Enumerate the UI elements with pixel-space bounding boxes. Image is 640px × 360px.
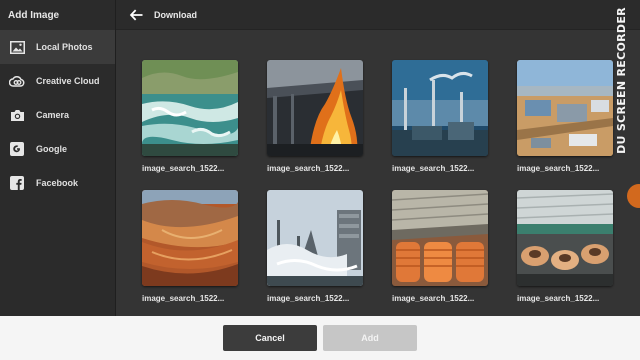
image-tile[interactable]: image_search_1522...	[267, 190, 365, 303]
facebook-icon	[9, 175, 25, 191]
arrow-left-icon	[129, 9, 143, 20]
image-filename: image_search_1522...	[267, 294, 350, 303]
cancel-button[interactable]: Cancel	[223, 325, 317, 351]
image-filename: image_search_1522...	[392, 294, 475, 303]
creative-cloud-icon	[9, 73, 25, 89]
back-button[interactable]	[122, 0, 150, 30]
image-thumbnail	[392, 60, 488, 156]
dialog-title: Add Image	[8, 9, 60, 21]
image-thumbnail	[392, 190, 488, 286]
sidebar-item-label: Google	[36, 144, 67, 154]
image-filename: image_search_1522...	[517, 164, 600, 173]
image-thumbnail	[142, 190, 238, 286]
image-thumbnail	[517, 190, 613, 286]
source-sidebar: Add Image Local Photos Creative Cloud Ca…	[0, 0, 116, 316]
sidebar-item-facebook[interactable]: Facebook	[0, 166, 115, 200]
recorder-watermark: DU SCREEN RECORDER	[614, 6, 628, 154]
image-thumbnail	[517, 60, 613, 156]
sidebar-item-local-photos[interactable]: Local Photos	[0, 30, 115, 64]
image-tile[interactable]: image_search_1522...	[267, 60, 365, 173]
image-filename: image_search_1522...	[142, 294, 225, 303]
image-filename: image_search_1522...	[517, 294, 600, 303]
photo-icon	[9, 39, 25, 55]
sidebar-item-label: Facebook	[36, 178, 79, 188]
image-tile[interactable]: image_search_1522...	[517, 190, 615, 303]
sidebar-item-google[interactable]: Google	[0, 132, 115, 166]
current-folder-label: Download	[154, 9, 197, 20]
image-tile[interactable]: image_search_1522...	[392, 60, 490, 173]
sidebar-item-label: Local Photos	[36, 42, 93, 52]
image-filename: image_search_1522...	[392, 164, 475, 173]
image-tile[interactable]: image_search_1522...	[142, 190, 240, 303]
image-filename: image_search_1522...	[142, 164, 225, 173]
sidebar-item-camera[interactable]: Camera	[0, 98, 115, 132]
google-icon	[9, 141, 25, 157]
image-grid: image_search_1522... image_search_1522..…	[116, 30, 640, 316]
image-thumbnail	[267, 190, 363, 286]
add-button[interactable]: Add	[323, 325, 417, 351]
sidebar-item-label: Creative Cloud	[36, 76, 100, 86]
image-tile[interactable]: image_search_1522...	[517, 60, 615, 173]
image-filename: image_search_1522...	[267, 164, 350, 173]
sidebar-item-creative-cloud[interactable]: Creative Cloud	[0, 64, 115, 98]
camera-icon	[9, 107, 25, 123]
dialog-footer: Cancel Add	[0, 316, 640, 360]
sidebar-item-label: Camera	[36, 110, 70, 120]
image-tile[interactable]: image_search_1522...	[142, 60, 240, 173]
image-thumbnail	[267, 60, 363, 156]
image-tile[interactable]: image_search_1522...	[392, 190, 490, 303]
folder-header: Download	[116, 0, 640, 30]
image-thumbnail	[142, 60, 238, 156]
